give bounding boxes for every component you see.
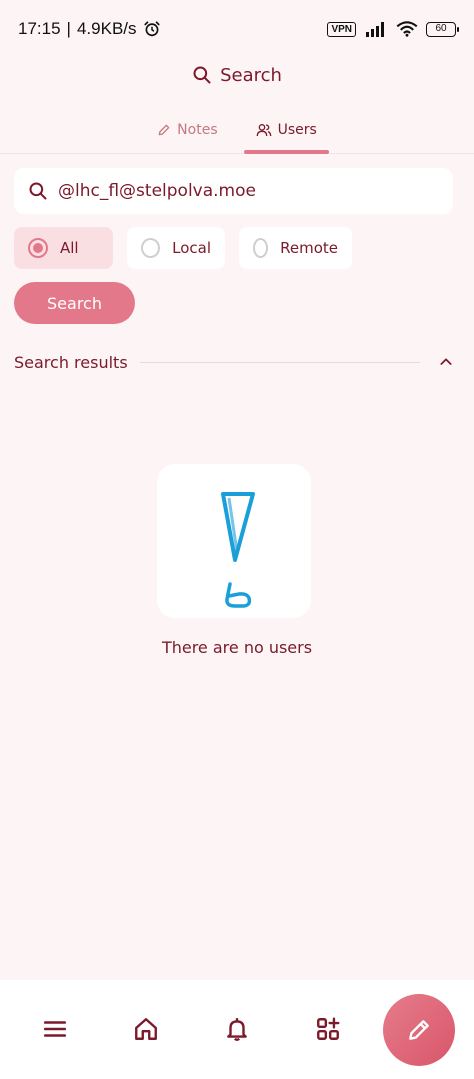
tab-users-label: Users — [277, 122, 317, 138]
tab-notes-label: Notes — [177, 122, 218, 138]
filter-local[interactable]: Local — [127, 227, 225, 269]
alarm-icon — [143, 21, 160, 37]
exclamation-illustration — [221, 492, 255, 608]
search-icon — [29, 182, 47, 200]
tab-notes[interactable]: Notes — [145, 108, 229, 152]
compose-fab[interactable] — [383, 994, 455, 1066]
empty-state-message: There are no users — [161, 638, 313, 657]
status-separator: | — [66, 19, 71, 38]
menu-icon[interactable] — [42, 1016, 68, 1042]
vpn-badge: VPN — [327, 21, 356, 37]
radio-button[interactable] — [141, 238, 161, 258]
tab-users[interactable]: Users — [243, 108, 330, 154]
page-title: Search — [220, 64, 282, 86]
users-icon — [256, 124, 271, 137]
filter-remote-label: Remote — [280, 239, 338, 257]
pencil-icon — [158, 124, 170, 136]
status-right: VPN 60 — [327, 21, 459, 37]
tab-bar: Notes Users — [0, 108, 474, 154]
status-left: 17:15 | 4.9KB/s — [18, 19, 161, 39]
filter-all-label: All — [60, 239, 79, 257]
bell-icon[interactable] — [224, 1016, 250, 1042]
status-time: 17:15 — [18, 19, 61, 38]
pencil-icon — [409, 1020, 429, 1040]
search-button[interactable]: Search — [14, 282, 135, 324]
filter-remote[interactable]: Remote — [239, 227, 352, 269]
radio-button-checked[interactable] — [28, 238, 48, 258]
origin-filter: All Local Remote — [14, 227, 352, 269]
radio-button[interactable] — [253, 238, 269, 258]
empty-illustration-card — [157, 464, 311, 618]
search-box[interactable] — [14, 168, 453, 214]
results-title: Search results — [14, 352, 128, 372]
search-input[interactable] — [58, 181, 418, 201]
wifi-icon — [396, 21, 418, 37]
widgets-icon[interactable] — [315, 1016, 341, 1042]
divider — [139, 361, 420, 363]
signal-icon — [366, 22, 384, 37]
chevron-up-icon[interactable] — [438, 354, 454, 370]
page-header: Search — [0, 58, 474, 92]
results-section-header[interactable]: Search results — [14, 348, 454, 376]
home-icon[interactable] — [133, 1016, 159, 1042]
battery-indicator: 60 — [426, 21, 459, 37]
search-icon — [193, 66, 211, 84]
filter-local-label: Local — [172, 239, 211, 257]
status-bar: 17:15 | 4.9KB/s VPN 60 — [0, 0, 474, 58]
filter-all[interactable]: All — [14, 227, 113, 269]
status-net-speed: 4.9KB/s — [76, 19, 137, 38]
